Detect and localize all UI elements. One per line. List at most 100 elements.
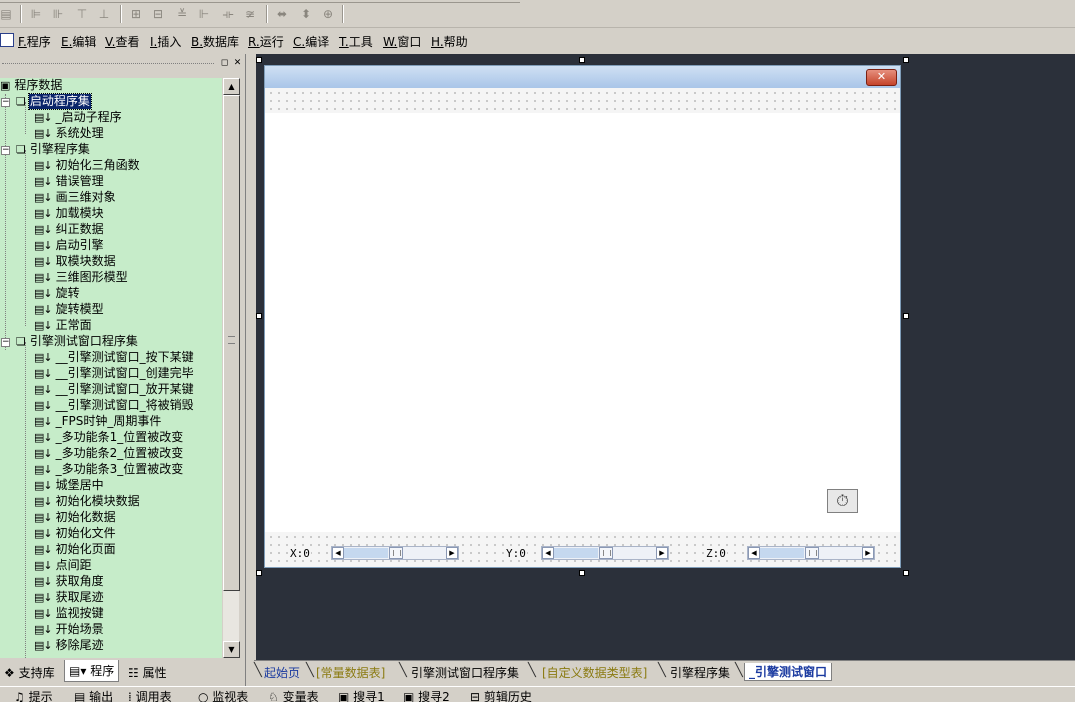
tree-item[interactable]: ▤↓ _多功能条2_位置被改变 bbox=[34, 446, 184, 462]
tree-group-engine[interactable]: ❏ 引擎程序集 bbox=[16, 142, 91, 158]
tree-item[interactable]: ▤↓ 启动引擎 bbox=[34, 238, 105, 254]
x-scrollbar[interactable]: ◀ ▶ bbox=[331, 546, 459, 560]
tab-output[interactable]: ▤ 输出 bbox=[74, 690, 113, 702]
tree-item[interactable]: ▤↓ 初始化文件 bbox=[34, 526, 117, 542]
collapse-icon[interactable]: − bbox=[1, 98, 10, 107]
tree-item[interactable]: ▤↓ __引擎测试窗口_放开某键 bbox=[34, 382, 195, 398]
tree-item[interactable]: ▤↓ _启动子程序 bbox=[34, 110, 123, 126]
tree-item[interactable]: ▤↓ 旋转 bbox=[34, 286, 81, 302]
menu-edit[interactable]: E.编辑 bbox=[61, 33, 96, 50]
y-scrollbar[interactable]: ◀ ▶ bbox=[541, 546, 669, 560]
tree-item[interactable]: ▤↓ 取模块数据 bbox=[34, 254, 117, 270]
space-horizontal-icon[interactable]: ⟛ bbox=[218, 4, 238, 24]
tab-tips[interactable]: ♫ 提示 bbox=[14, 690, 53, 702]
scroll-left-icon[interactable]: ◀ bbox=[748, 547, 760, 559]
form-icon[interactable]: ▤ bbox=[0, 4, 16, 24]
timer-icon[interactable]: ⏱ bbox=[827, 489, 858, 513]
tab-call-stack[interactable]: ⁞ 调用表 bbox=[128, 690, 172, 702]
tree-item[interactable]: ▤↓ 初始化三角函数 bbox=[34, 158, 141, 174]
panel-grip[interactable] bbox=[2, 63, 214, 64]
tab-start-page[interactable]: 起始页 bbox=[264, 664, 300, 681]
center-horizontal-icon[interactable]: ⊞ bbox=[126, 4, 146, 24]
scroll-down-icon[interactable]: ▼ bbox=[223, 641, 240, 658]
align-right-icon[interactable]: ⊤ bbox=[72, 4, 92, 24]
tab-properties[interactable]: ☷ 属性 bbox=[124, 662, 171, 682]
menu-tools[interactable]: T.工具 bbox=[339, 33, 373, 50]
tree-item[interactable]: ▤↓ 移除尾迹 bbox=[34, 638, 105, 654]
tree-item[interactable]: ▤↓ 旋转模型 bbox=[34, 302, 105, 318]
tab-test-window-module[interactable]: 引擎测试窗口程序集 bbox=[411, 664, 519, 681]
tree-item[interactable]: ▤↓ 加载模块 bbox=[34, 206, 105, 222]
resize-handle[interactable] bbox=[256, 313, 262, 319]
align-bottom-icon[interactable]: ⊩ bbox=[194, 4, 214, 24]
tree-item[interactable]: ▤↓ __引擎测试窗口_将被销毁 bbox=[34, 398, 195, 414]
align-left-icon[interactable]: ⊫ bbox=[26, 4, 46, 24]
tree-item[interactable]: ▤↓ 错误管理 bbox=[34, 174, 105, 190]
scroll-thumb[interactable] bbox=[223, 95, 240, 591]
resize-handle[interactable] bbox=[579, 570, 585, 576]
tab-custom-types[interactable]: [自定义数据类型表] bbox=[542, 664, 647, 681]
resize-handle[interactable] bbox=[903, 313, 909, 319]
tree-item[interactable]: ▤↓ _多功能条3_位置被改变 bbox=[34, 462, 184, 478]
menu-window[interactable]: W.窗口 bbox=[383, 33, 421, 50]
menu-insert[interactable]: I.插入 bbox=[150, 33, 181, 50]
menu-compile[interactable]: C.编译 bbox=[293, 33, 329, 50]
tree-item[interactable]: ▤↓ __引擎测试窗口_按下某键 bbox=[34, 350, 195, 366]
tab-clip-history[interactable]: ⊟ 剪辑历史 bbox=[470, 690, 532, 702]
align-center-icon[interactable]: ⊪ bbox=[48, 4, 68, 24]
tree-item[interactable]: ▤↓ 开始场景 bbox=[34, 622, 105, 638]
menu-run[interactable]: R.运行 bbox=[248, 33, 284, 50]
tab-constants[interactable]: [常量数据表] bbox=[316, 664, 385, 681]
menu-view[interactable]: V.查看 bbox=[105, 33, 140, 50]
panel-close-icon[interactable]: ✕ bbox=[232, 58, 243, 69]
tab-engine-module[interactable]: 引擎程序集 bbox=[670, 664, 730, 681]
scroll-right-icon[interactable]: ▶ bbox=[656, 547, 668, 559]
tree-group-startup[interactable]: ❏ 启动程序集 bbox=[16, 93, 92, 110]
same-height-icon[interactable]: ⬍ bbox=[296, 4, 316, 24]
align-middle-icon[interactable]: ≚ bbox=[172, 4, 192, 24]
app-menu-icon[interactable] bbox=[0, 33, 14, 47]
tree-item[interactable]: ▤↓ 初始化页面 bbox=[34, 542, 117, 558]
tree-item[interactable]: ▤↓ 三维图形模型 bbox=[34, 270, 129, 286]
tree-item[interactable]: ▤↓ __引擎测试窗口_创建完毕 bbox=[34, 366, 195, 382]
resize-handle[interactable] bbox=[903, 570, 909, 576]
collapse-icon[interactable]: − bbox=[1, 338, 10, 347]
align-top-icon[interactable]: ⊥ bbox=[94, 4, 114, 24]
resize-handle[interactable] bbox=[256, 570, 262, 576]
z-scrollbar[interactable]: ◀ ▶ bbox=[747, 546, 875, 560]
tab-search1[interactable]: ▣ 搜寻1 bbox=[338, 690, 385, 702]
close-icon[interactable]: ✕ bbox=[866, 69, 897, 86]
menu-file[interactable]: F.程序 bbox=[18, 33, 51, 50]
tab-search2[interactable]: ▣ 搜寻2 bbox=[403, 690, 450, 702]
scroll-thumb[interactable] bbox=[389, 547, 403, 559]
scroll-left-icon[interactable]: ◀ bbox=[542, 547, 554, 559]
panel-restore-icon[interactable]: ◻ bbox=[219, 58, 230, 69]
tab-variables[interactable]: ♘ 变量表 bbox=[268, 690, 319, 702]
space-vertical-icon[interactable]: ≆ bbox=[240, 4, 260, 24]
tree-item[interactable]: ▤↓ 纠正数据 bbox=[34, 222, 105, 238]
tree-item[interactable]: ▤↓ 监视按键 bbox=[34, 606, 105, 622]
tree-item[interactable]: ▤↓ 初始化模块数据 bbox=[34, 494, 141, 510]
scroll-right-icon[interactable]: ▶ bbox=[446, 547, 458, 559]
tree-item[interactable]: ▤↓ 点间距 bbox=[34, 558, 93, 574]
tree-group-test-window[interactable]: ❏ 引擎测试窗口程序集 bbox=[16, 334, 139, 350]
tree-item[interactable]: ▤↓ 获取角度 bbox=[34, 574, 105, 590]
same-width-icon[interactable]: ⬌ bbox=[272, 4, 292, 24]
center-vertical-icon[interactable]: ⊟ bbox=[148, 4, 168, 24]
resize-handle[interactable] bbox=[579, 57, 585, 63]
scroll-thumb[interactable] bbox=[599, 547, 613, 559]
tab-library[interactable]: ❖ 支持库 bbox=[0, 662, 59, 682]
form-titlebar[interactable]: ✕ bbox=[265, 66, 900, 88]
tree-item[interactable]: ▤↓ 获取尾迹 bbox=[34, 590, 105, 606]
tree-scrollbar[interactable]: ▲ ▼ bbox=[222, 78, 240, 658]
tab-test-window[interactable]: _引擎测试窗口 bbox=[744, 663, 833, 681]
scroll-thumb[interactable] bbox=[805, 547, 819, 559]
tab-watch[interactable]: ○ 监视表 bbox=[198, 690, 248, 702]
tree-item[interactable]: ▤↓ 城堡居中 bbox=[34, 478, 105, 494]
tree-item[interactable]: ▤↓ _多功能条1_位置被改变 bbox=[34, 430, 184, 446]
tree-root[interactable]: ▣ 程序数据 bbox=[0, 78, 63, 94]
scroll-right-icon[interactable]: ▶ bbox=[862, 547, 874, 559]
resize-handle[interactable] bbox=[256, 57, 262, 63]
menu-help[interactable]: H.帮助 bbox=[431, 33, 468, 50]
collapse-icon[interactable]: − bbox=[1, 146, 10, 155]
